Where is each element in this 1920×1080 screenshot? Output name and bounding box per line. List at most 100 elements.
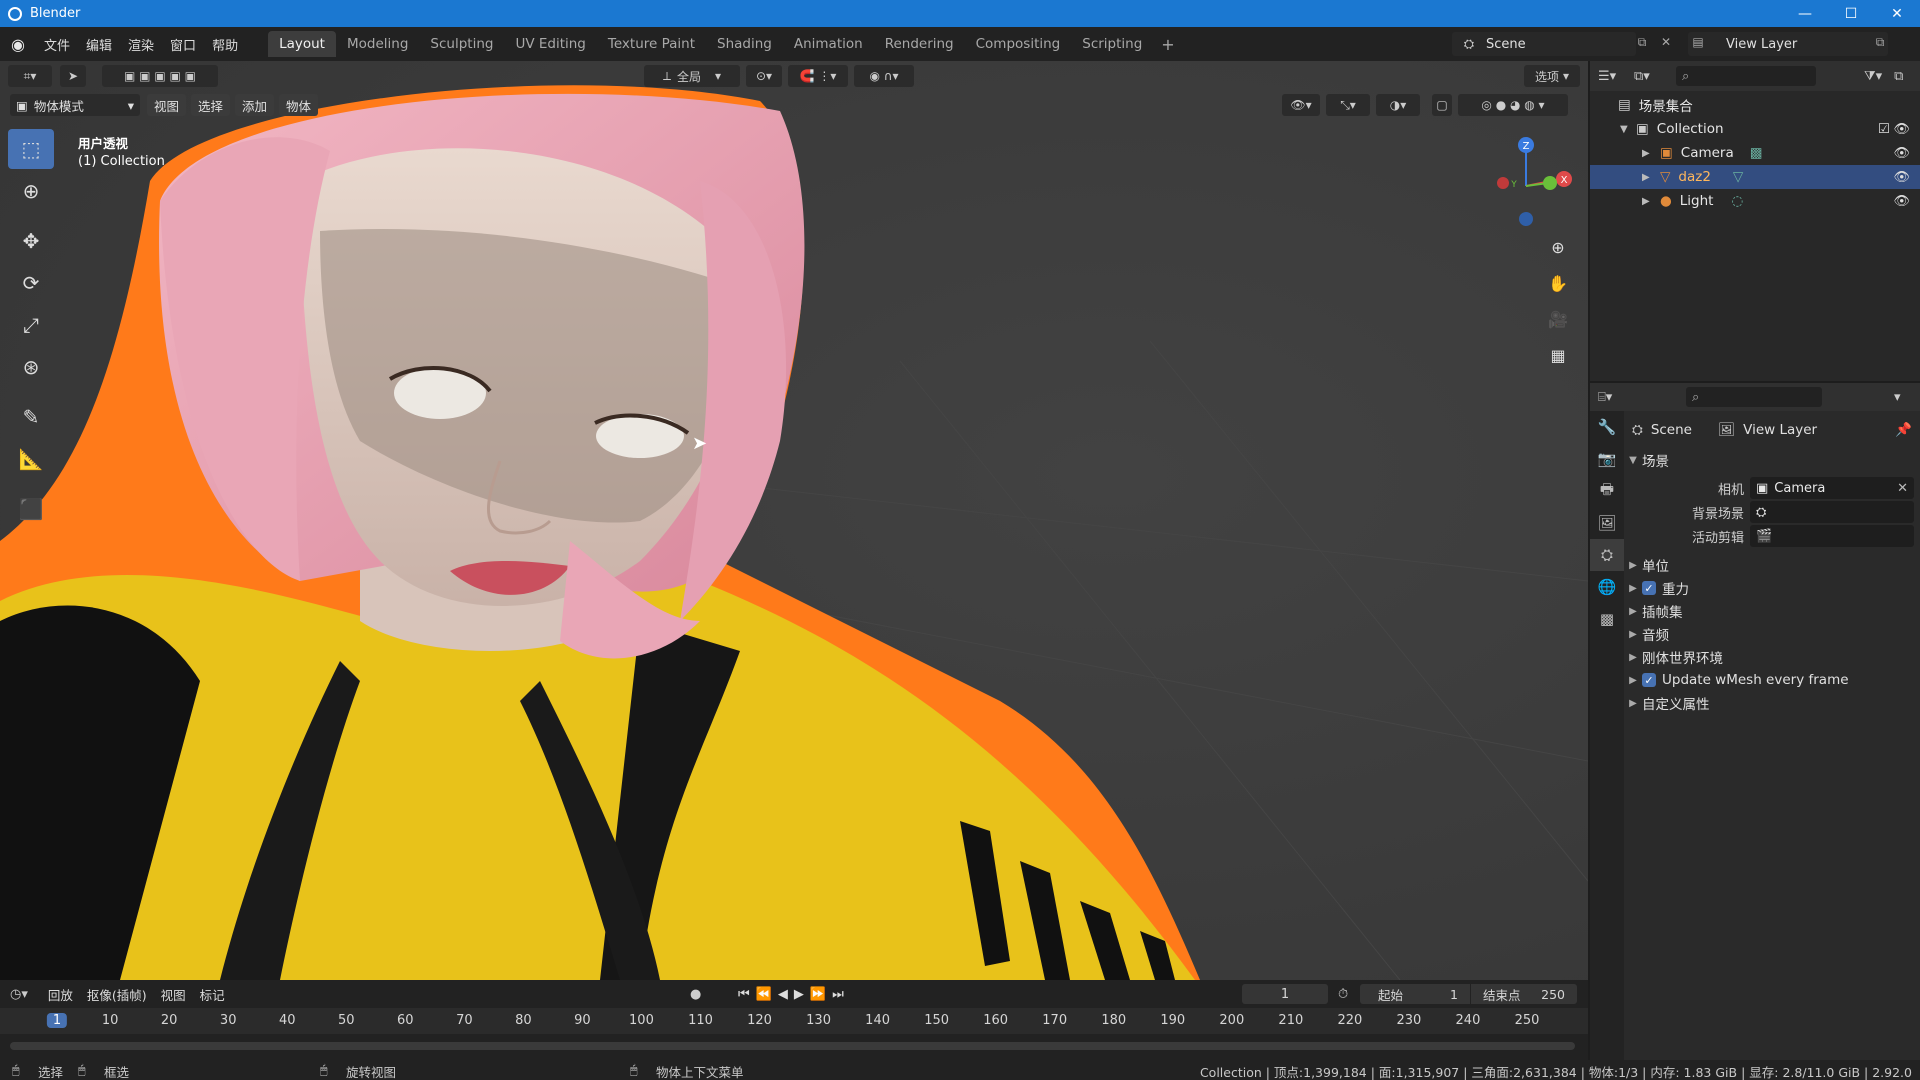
- rotate-tool-icon[interactable]: ⟳: [8, 263, 54, 303]
- world-tab-icon[interactable]: 🌐: [1590, 571, 1624, 603]
- move-tool-icon[interactable]: ✥: [8, 221, 54, 261]
- record-icon[interactable]: ●: [690, 987, 701, 1002]
- display-mode-icon[interactable]: ⧉▾: [1634, 69, 1670, 84]
- tab-shading[interactable]: Shading: [706, 31, 783, 57]
- properties-editor-icon[interactable]: ⌸▾: [1598, 390, 1638, 405]
- gravity-checkbox[interactable]: ✓: [1642, 581, 1656, 595]
- view-layer-name[interactable]: View Layer: [1726, 37, 1797, 52]
- menu-view[interactable]: 视图: [147, 94, 187, 116]
- outliner-collection[interactable]: ▼ ▣ Collection ☑ 👁: [1590, 117, 1920, 141]
- section-keying-sets[interactable]: ▶ 插帧集: [1624, 600, 1920, 622]
- playback-controls-icons[interactable]: ⏮⏪◀▶⏩⏭: [738, 987, 850, 1002]
- gizmo-y-axis[interactable]: [1543, 176, 1557, 190]
- maximize-button[interactable]: ☐: [1828, 0, 1874, 27]
- section-units[interactable]: ▶ 单位: [1624, 554, 1920, 576]
- pin-icon[interactable]: 📌: [1895, 422, 1912, 438]
- tab-scripting[interactable]: Scripting: [1071, 31, 1153, 57]
- annotate-tool-icon[interactable]: ✎: [8, 397, 54, 437]
- menu-marker[interactable]: 标记: [200, 985, 225, 1004]
- eye-icon[interactable]: 👁: [1893, 194, 1910, 209]
- add-cube-tool-icon[interactable]: ⬛: [8, 489, 54, 529]
- menu-render[interactable]: 渲染: [120, 35, 162, 54]
- properties-search-input[interactable]: ⌕: [1686, 387, 1822, 407]
- tab-layout[interactable]: Layout: [268, 31, 336, 57]
- collapse-arrow-icon[interactable]: ▼: [1620, 124, 1636, 135]
- options-dropdown[interactable]: 选项 ▾: [1524, 65, 1580, 87]
- outliner-search-input[interactable]: ⌕: [1676, 66, 1816, 86]
- select-box-tool-icon[interactable]: ⬚: [8, 129, 54, 169]
- delete-scene-icon[interactable]: ✕: [1656, 35, 1676, 53]
- section-rigid-body-world[interactable]: ▶ 刚体世界环境: [1624, 646, 1920, 668]
- scene-selector[interactable]: ⛭ Scene: [1452, 32, 1636, 56]
- menu-edit[interactable]: 编辑: [78, 35, 120, 54]
- proportional-edit-icon[interactable]: ◉ ∩▾: [854, 65, 914, 87]
- start-frame-field[interactable]: 起始 1: [1360, 984, 1470, 1004]
- section-gravity[interactable]: ▶ ✓ 重力: [1624, 577, 1920, 599]
- eye-icon[interactable]: 👁: [1893, 170, 1910, 185]
- tab-sculpting[interactable]: Sculpting: [419, 31, 504, 57]
- background-scene-field[interactable]: ⛭: [1750, 501, 1914, 523]
- 3d-viewport[interactable]: ⌗▾ ➤ ▣ ▣ ▣ ▣ ▣ ⟂ 全局 ▾ ⊙▾ 🧲 ⋮▾ ◉ ∩▾ 选项 ▾ …: [0, 61, 1588, 980]
- tab-animation[interactable]: Animation: [783, 31, 874, 57]
- gizmo-toggle-icon[interactable]: ⤡▾: [1326, 94, 1370, 116]
- gizmo-neg-x-axis[interactable]: [1497, 177, 1509, 189]
- exclude-checkbox[interactable]: ☑: [1878, 121, 1890, 137]
- overlay-toggle-icon[interactable]: ◑▾: [1376, 94, 1420, 116]
- camera-field[interactable]: ▣ Camera ✕: [1750, 477, 1914, 499]
- menu-object[interactable]: 物体: [279, 94, 319, 116]
- mesh-data-icon[interactable]: ▽: [1733, 169, 1743, 185]
- outliner-editor-icon[interactable]: ☰▾: [1598, 69, 1634, 84]
- section-audio[interactable]: ▶ 音频: [1624, 623, 1920, 645]
- new-view-layer-icon[interactable]: ⧉: [1870, 35, 1890, 53]
- minimize-button[interactable]: —: [1782, 0, 1828, 27]
- expand-arrow-icon[interactable]: ▶: [1642, 148, 1660, 159]
- menu-playback[interactable]: 回放: [48, 985, 73, 1004]
- camera-view-icon[interactable]: 🎥: [1544, 305, 1572, 333]
- texture-tab-icon[interactable]: ▩: [1590, 603, 1624, 635]
- output-tab-icon[interactable]: 🖶: [1590, 475, 1624, 507]
- transform-tool-icon[interactable]: ⊛: [8, 347, 54, 387]
- pivot-point-icon[interactable]: ⊙▾: [746, 65, 782, 87]
- interaction-mode-select[interactable]: ▣ 物体模式 ▾: [10, 94, 140, 116]
- blender-logo-icon[interactable]: ◉: [0, 27, 36, 61]
- scene-tab-icon[interactable]: ⛭: [1590, 539, 1624, 571]
- tab-uv-editing[interactable]: UV Editing: [504, 31, 596, 57]
- gizmo-neg-z-axis[interactable]: [1519, 212, 1533, 226]
- scene-panel-header[interactable]: ▼ 场景: [1624, 449, 1920, 471]
- outliner-scene-collection[interactable]: ▤ 场景集合: [1590, 93, 1920, 117]
- tab-rendering[interactable]: Rendering: [874, 31, 965, 57]
- xray-toggle-icon[interactable]: ▢: [1432, 94, 1452, 116]
- pan-hand-icon[interactable]: ✋: [1544, 269, 1572, 297]
- update-wmesh-checkbox[interactable]: ✓: [1642, 673, 1656, 687]
- camera-data-icon[interactable]: ▩: [1750, 145, 1763, 161]
- outliner-item-camera[interactable]: ▶ ▣ Camera ▩ 👁: [1590, 141, 1920, 165]
- outliner-item-light[interactable]: ▶ ● Light ◌ 👁: [1590, 189, 1920, 213]
- tab-modeling[interactable]: Modeling: [336, 31, 419, 57]
- tab-compositing[interactable]: Compositing: [965, 31, 1072, 57]
- transform-orientation-select[interactable]: ⟂ 全局 ▾: [644, 65, 740, 87]
- active-clip-field[interactable]: 🎬: [1750, 525, 1914, 547]
- menu-file[interactable]: 文件: [36, 35, 78, 54]
- close-window-button[interactable]: ✕: [1874, 0, 1920, 27]
- current-frame-field[interactable]: 1: [1242, 984, 1328, 1004]
- chevron-down-icon[interactable]: ▾: [1894, 390, 1901, 405]
- render-tab-icon[interactable]: 📷: [1590, 443, 1624, 475]
- measure-tool-icon[interactable]: 📐: [8, 439, 54, 479]
- new-collection-icon[interactable]: ⧉: [1894, 69, 1903, 84]
- editor-type-icon[interactable]: ⌗▾: [8, 65, 52, 87]
- menu-view[interactable]: 视图: [161, 985, 186, 1004]
- end-frame-field[interactable]: 结束点 250: [1471, 984, 1577, 1004]
- clear-icon[interactable]: ✕: [1897, 481, 1908, 496]
- menu-help[interactable]: 帮助: [204, 35, 246, 54]
- tab-texture-paint[interactable]: Texture Paint: [597, 31, 706, 57]
- preview-range-icon[interactable]: ⏱: [1338, 987, 1348, 1002]
- menu-keying[interactable]: 抠像(插帧): [87, 985, 147, 1004]
- scene-name[interactable]: Scene: [1486, 37, 1526, 52]
- selection-mode-icons[interactable]: ▣ ▣ ▣ ▣ ▣: [102, 65, 218, 87]
- current-frame-marker[interactable]: 1: [46, 1013, 68, 1028]
- new-scene-icon[interactable]: ⧉: [1632, 35, 1652, 53]
- cursor-tool-icon[interactable]: ⊕: [8, 171, 54, 211]
- tool-tab-icon[interactable]: 🔧: [1590, 411, 1624, 443]
- menu-add[interactable]: 添加: [235, 94, 275, 116]
- filter-icon[interactable]: ⧩▾: [1864, 69, 1882, 84]
